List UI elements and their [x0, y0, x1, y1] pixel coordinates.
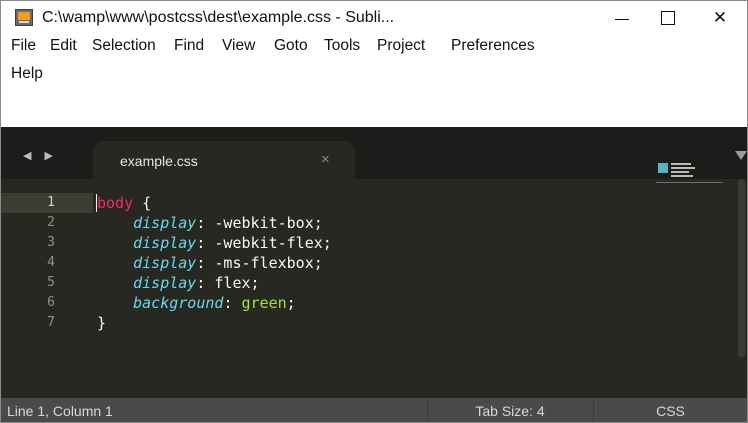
syntax-selector[interactable]: CSS — [594, 403, 747, 419]
code-line: } — [97, 313, 332, 333]
css-semicolon: ; — [286, 294, 296, 312]
minimap-line — [671, 171, 689, 173]
line-number: 3 — [47, 235, 55, 250]
css-property: display — [133, 254, 197, 272]
css-property: display — [133, 274, 197, 292]
css-value: flex; — [205, 274, 260, 292]
tab-nav-arrows-icon[interactable]: ◀ ▶ — [23, 149, 58, 162]
menu-edit[interactable]: Edit — [50, 33, 77, 59]
code-line: background: green; — [97, 293, 332, 313]
menu-row-1: File Edit Selection Find View Goto Tools… — [1, 33, 747, 63]
line-number: 7 — [47, 315, 55, 330]
menu-find[interactable]: Find — [174, 33, 204, 59]
tab-list-dropdown-icon[interactable] — [735, 151, 747, 160]
css-value-keyword: green — [232, 294, 287, 312]
tab-close-icon[interactable]: × — [321, 151, 330, 168]
minimize-icon — [615, 18, 629, 20]
menu-row-2: Help — [1, 61, 747, 91]
tab-label: example.css — [120, 153, 198, 169]
tab-size-selector[interactable]: Tab Size: 4 — [427, 403, 593, 419]
css-property: display — [133, 234, 197, 252]
css-value: -webkit-box; — [205, 214, 323, 232]
sublime-window: C:\wamp\www\postcss\dest\example.css - S… — [0, 0, 748, 423]
css-selector: body — [97, 194, 134, 212]
css-value: -ms-flexbox; — [205, 254, 323, 272]
menu-help[interactable]: Help — [11, 61, 43, 87]
css-brace: } — [97, 314, 107, 332]
menu-selection[interactable]: Selection — [92, 33, 156, 59]
code-text-area[interactable]: body { display: -webkit-box; display: -w… — [97, 193, 332, 333]
status-bar: Line 1, Column 1 Tab Size: 4 CSS — [1, 398, 747, 422]
code-line: display: -ms-flexbox; — [97, 253, 332, 273]
minimap-line — [671, 163, 691, 165]
close-icon: ✕ — [712, 8, 728, 27]
minimap-line — [671, 175, 693, 177]
css-brace: { — [133, 194, 152, 212]
line-number-gutter: 1 2 3 4 5 6 7 — [1, 193, 83, 333]
line-number: 5 — [47, 275, 55, 290]
minimap-viewport — [656, 182, 722, 183]
minimap[interactable] — [656, 161, 726, 191]
maximize-button[interactable] — [645, 1, 691, 35]
text-cursor — [96, 194, 97, 212]
code-line: display: flex; — [97, 273, 332, 293]
vertical-scrollbar[interactable] — [738, 179, 745, 357]
sublime-app-icon[interactable] — [15, 9, 33, 26]
maximize-icon — [661, 11, 675, 25]
menu-project[interactable]: Project — [377, 33, 425, 59]
editor-area: ◀ ▶ example.css × 1 2 3 4 5 6 7 body { d… — [1, 127, 747, 398]
code-line: body { — [97, 193, 332, 213]
line-number: 1 — [47, 195, 55, 210]
line-number: 4 — [47, 255, 55, 270]
app-icon-base — [19, 21, 29, 23]
app-icon-screen — [18, 12, 30, 20]
code-line: display: -webkit-flex; — [97, 233, 332, 253]
line-number: 2 — [47, 215, 55, 230]
menu-file[interactable]: File — [11, 33, 36, 59]
line-number: 6 — [47, 295, 55, 310]
minimize-button[interactable] — [599, 1, 645, 35]
tab-bar: ◀ ▶ example.css × — [1, 127, 747, 179]
code-line: display: -webkit-box; — [97, 213, 332, 233]
close-button[interactable]: ✕ — [697, 1, 743, 35]
title-bar[interactable]: C:\wamp\www\postcss\dest\example.css - S… — [1, 1, 747, 35]
minimap-line — [671, 167, 695, 169]
window-title: C:\wamp\www\postcss\dest\example.css - S… — [42, 9, 395, 26]
css-value: -webkit-flex; — [205, 234, 332, 252]
menu-preferences[interactable]: Preferences — [451, 33, 535, 59]
menu-view[interactable]: View — [222, 33, 255, 59]
css-property: background — [133, 294, 224, 312]
menu-bar: File Edit Selection Find View Goto Tools… — [1, 37, 747, 127]
cursor-position: Line 1, Column 1 — [7, 403, 113, 419]
menu-goto[interactable]: Goto — [274, 33, 308, 59]
menu-tools[interactable]: Tools — [324, 33, 360, 59]
css-property: display — [133, 214, 197, 232]
tab-example-css[interactable]: example.css × — [93, 141, 355, 179]
minimap-thumb — [658, 163, 668, 173]
